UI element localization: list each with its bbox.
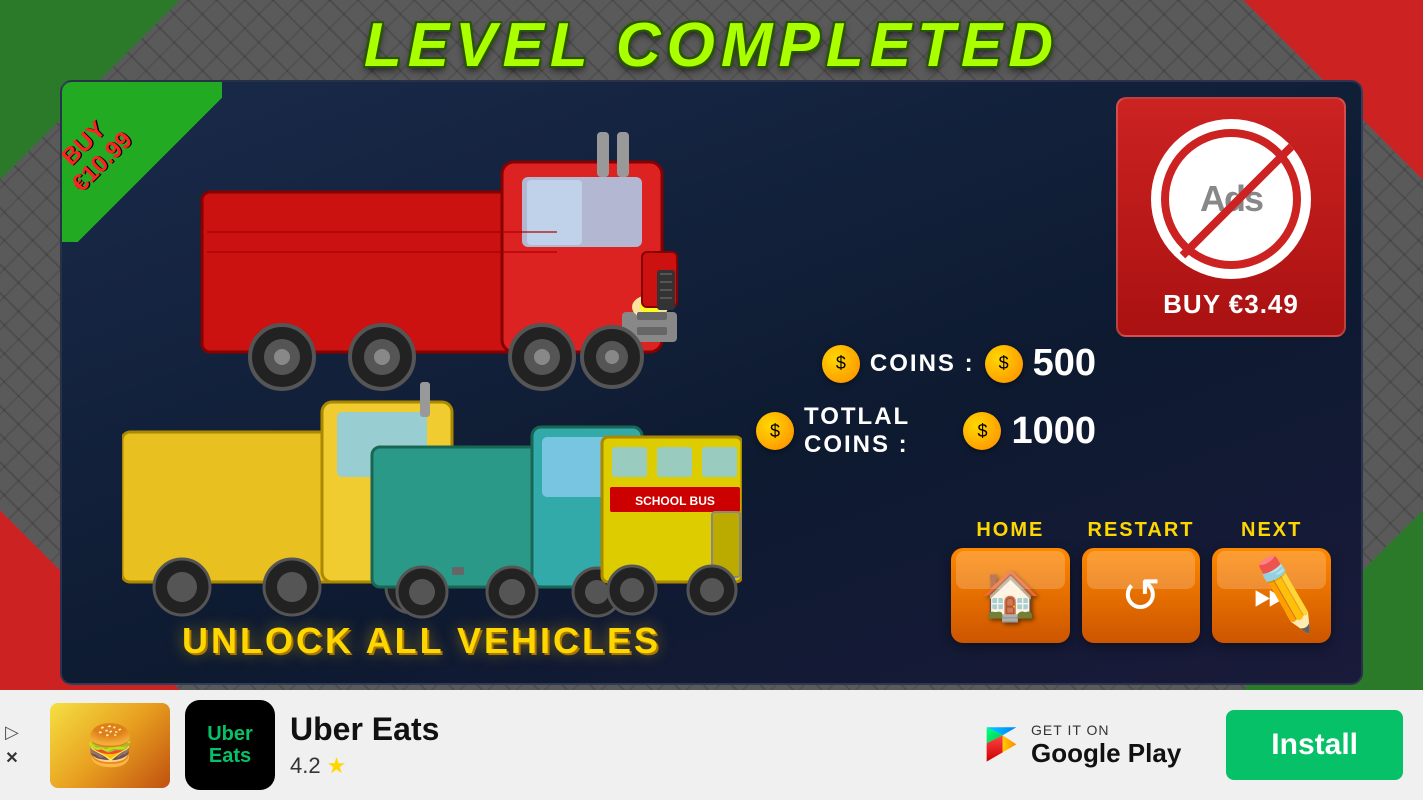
- main-panel: BUY €10.99: [60, 80, 1363, 685]
- ad-banner: ▷ ✕ 🍔 Uber Eats Uber Eats 4.2 ★: [0, 690, 1423, 800]
- google-play-get-it: GET IT ON: [1031, 722, 1181, 738]
- coins-row: $ COINS : $ 500: [756, 342, 1096, 385]
- ad-rating-row: 4.2 ★: [290, 753, 439, 779]
- no-ads-inner: Ads: [1161, 129, 1301, 269]
- red-truck-svg: [182, 112, 682, 392]
- total-coins-row: $ TOTLAL COINS : $ 1000: [756, 403, 1096, 459]
- ad-star-icon: ★: [327, 753, 347, 779]
- ad-arrow-icon: ▷: [5, 722, 19, 743]
- restart-label: RESTART: [1082, 519, 1201, 542]
- coins-value: 500: [1033, 342, 1096, 385]
- unlock-text: UNLOCK ALL VEHICLES: [182, 620, 661, 662]
- total-coins-label: TOTLAL COINS :: [804, 403, 953, 459]
- home-label: HOME: [951, 519, 1070, 542]
- action-buttons: HOME RESTART NEXT 🏠 ↺ ⏭ ✏️: [951, 519, 1331, 643]
- button-labels: HOME RESTART NEXT: [951, 519, 1331, 542]
- ad-close-area[interactable]: ▷ ✕: [5, 722, 19, 768]
- ad-close-button[interactable]: ✕: [5, 748, 18, 768]
- level-completed-title: LEVEL COMPLETED: [0, 10, 1423, 81]
- no-ads-price: BUY €3.49: [1163, 289, 1299, 320]
- total-coins-icon: $: [756, 412, 794, 450]
- restart-icon: ↺: [1121, 568, 1161, 624]
- ad-app-info: Uber Eats 4.2 ★: [290, 711, 439, 779]
- next-label: NEXT: [1212, 519, 1331, 542]
- total-coins-value-icon: $: [963, 412, 1001, 450]
- home-icon: 🏠: [980, 567, 1040, 624]
- coins-icon: $: [822, 345, 860, 383]
- ad-food-image: 🍔: [50, 703, 170, 788]
- yellow-trucks-group: SCHOOL BUS: [122, 372, 742, 632]
- no-ads-slash: [1180, 140, 1299, 259]
- svg-text:SCHOOL BUS: SCHOOL BUS: [635, 494, 715, 508]
- coins-value-icon: $: [985, 345, 1023, 383]
- yellow-trucks-svg: SCHOOL BUS: [122, 372, 742, 632]
- coins-label: COINS :: [870, 350, 975, 378]
- uber-eats-logo: Uber Eats: [185, 700, 275, 790]
- home-button[interactable]: 🏠: [951, 548, 1070, 643]
- hand-pointer-icon: ✏️: [1212, 548, 1331, 643]
- buy-banner[interactable]: BUY €10.99: [62, 82, 222, 242]
- google-play-text: GET IT ON Google Play: [1031, 722, 1181, 769]
- button-icons-row: 🏠 ↺ ⏭ ✏️: [951, 548, 1331, 643]
- stats-area: $ COINS : $ 500 $ TOTLAL COINS : $ 1000: [756, 342, 1096, 477]
- uber-eats-logo-text: Uber Eats: [207, 723, 253, 767]
- install-button[interactable]: Install: [1226, 710, 1403, 780]
- ad-app-name: Uber Eats: [290, 711, 439, 748]
- google-play-badge: GET IT ON Google Play: [981, 722, 1181, 769]
- red-truck: [182, 112, 682, 392]
- no-ads-button[interactable]: Ads BUY €3.49: [1116, 97, 1346, 337]
- no-ads-circle: Ads: [1151, 119, 1311, 279]
- restart-button[interactable]: ↺: [1082, 548, 1201, 643]
- google-play-name: Google Play: [1031, 738, 1181, 769]
- play-arrow-svg: [984, 725, 1019, 765]
- total-coins-value: 1000: [1011, 410, 1096, 453]
- google-play-icon: [981, 723, 1021, 768]
- ad-rating-value: 4.2: [290, 753, 321, 779]
- next-button[interactable]: ⏭ ✏️: [1212, 548, 1331, 643]
